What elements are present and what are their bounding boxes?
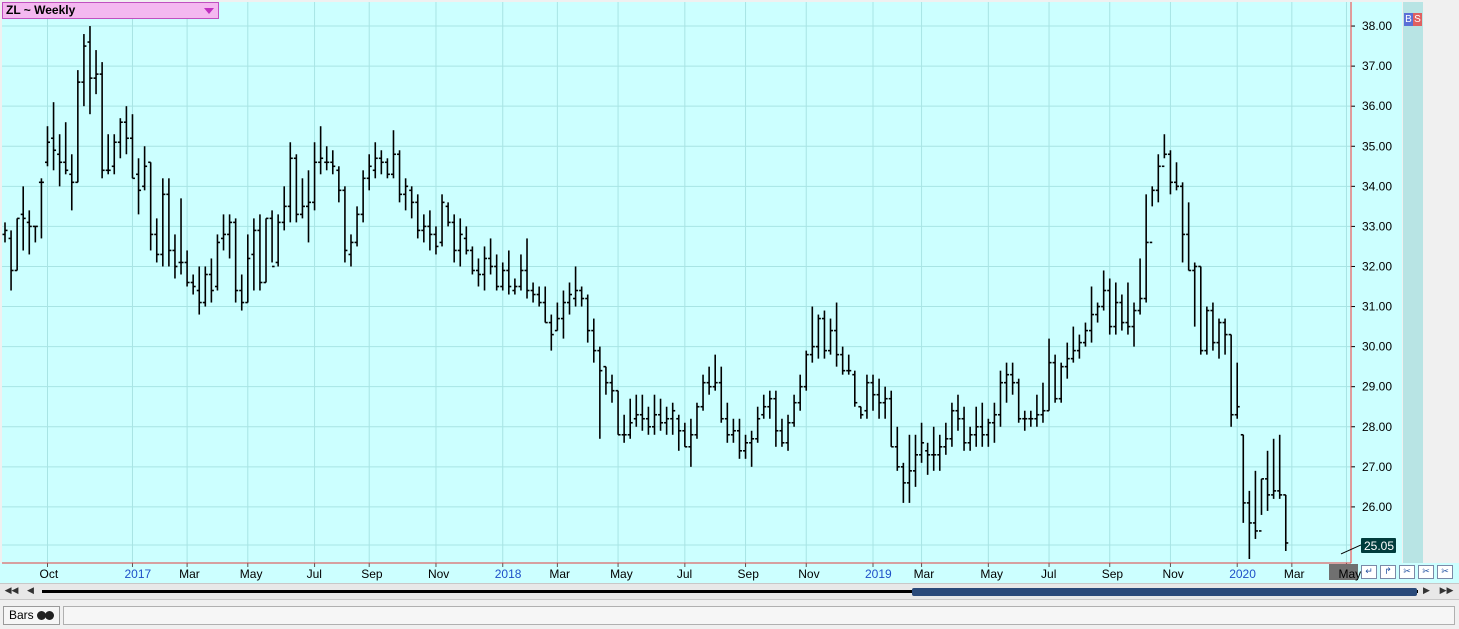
buy-button[interactable]: B (1404, 13, 1413, 26)
x-month-label: Nov (798, 567, 819, 581)
y-tick-label: 35.00 (1362, 139, 1392, 153)
symbol-label: ZL ~ Weekly (6, 3, 76, 17)
sell-button[interactable]: S (1413, 13, 1422, 26)
chevron-down-icon[interactable] (204, 8, 214, 14)
y-tick-label: 32.00 (1362, 259, 1392, 273)
x-year-label: 2017 (124, 567, 151, 581)
redo-button[interactable]: ↱ (1380, 565, 1396, 579)
tab-bars[interactable]: Bars (3, 606, 60, 625)
x-month-label: May (980, 567, 1003, 581)
last-price-label: 25.05 (1364, 539, 1394, 553)
x-month-label: Sep (361, 567, 383, 581)
chain-icon (45, 611, 54, 620)
x-month-label: Jul (677, 567, 692, 581)
x-month-label: Sep (1102, 567, 1124, 581)
side-panel (1403, 2, 1423, 563)
double-right-arrow-icon[interactable]: ▶▶ (1439, 585, 1454, 598)
y-tick-label: 28.00 (1362, 420, 1392, 434)
x-year-label: 2018 (495, 567, 522, 581)
y-tick-label: 27.00 (1362, 460, 1392, 474)
right-arrow-icon[interactable]: ▶ (1419, 585, 1434, 598)
x-month-label: Mar (549, 567, 570, 581)
y-tick-label: 38.00 (1362, 19, 1392, 33)
x-year-label: 2019 (865, 567, 892, 581)
x-month-label: May (610, 567, 633, 581)
y-tick-label: 31.00 (1362, 300, 1392, 314)
time-scrollbar[interactable]: ◀◀ ◀ ▶ ▶▶ (0, 583, 1459, 600)
x-month-label: Mar (179, 567, 200, 581)
x-month-label: Jul (1041, 567, 1056, 581)
bottom-tab-bar: Bars (0, 603, 1459, 629)
y-tick-label: 36.00 (1362, 99, 1392, 113)
double-left-arrow-icon[interactable]: ◀◀ (4, 585, 19, 598)
y-tick-label: 37.00 (1362, 59, 1392, 73)
y-tick-label: 29.00 (1362, 380, 1392, 394)
plot-area (2, 2, 1351, 563)
symbol-dropdown[interactable]: ZL ~ Weekly (2, 2, 219, 19)
scissors-button[interactable]: ✂ (1437, 565, 1453, 579)
x-month-label: Oct (39, 567, 58, 581)
x-month-label: Nov (428, 567, 449, 581)
x-month-label: Jul (307, 567, 322, 581)
x-month-label: Sep (738, 567, 760, 581)
tab-strip (63, 606, 1455, 625)
x-month-label: May (1338, 567, 1361, 581)
price-axis-area (1352, 2, 1402, 563)
y-tick-label: 30.00 (1362, 340, 1392, 354)
y-tick-label: 26.00 (1362, 500, 1392, 514)
zoom-button[interactable]: ✂ (1399, 565, 1415, 579)
crosshair-button[interactable]: ✂ (1418, 565, 1434, 579)
left-arrow-icon[interactable]: ◀ (23, 585, 38, 598)
chart-svg: 26.00 27.00 28.00 29.00 30.00 31.00 32.00 33.00… (0, 2, 1459, 585)
price-chart[interactable]: 26.00 27.00 28.00 29.00 30.00 31.00 32.00 33.00… (0, 0, 1459, 585)
x-month-label: Mar (914, 567, 935, 581)
y-tick-label: 34.00 (1362, 179, 1392, 193)
scroll-thumb[interactable] (912, 588, 1417, 596)
x-month-label: May (240, 567, 263, 581)
tab-bars-label: Bars (9, 608, 34, 622)
x-month-label: Mar (1284, 567, 1305, 581)
y-tick-label: 33.00 (1362, 219, 1392, 233)
x-month-label: Nov (1162, 567, 1183, 581)
x-year-label: 2020 (1229, 567, 1256, 581)
cursor-mode-button[interactable]: ↵ (1361, 565, 1377, 579)
